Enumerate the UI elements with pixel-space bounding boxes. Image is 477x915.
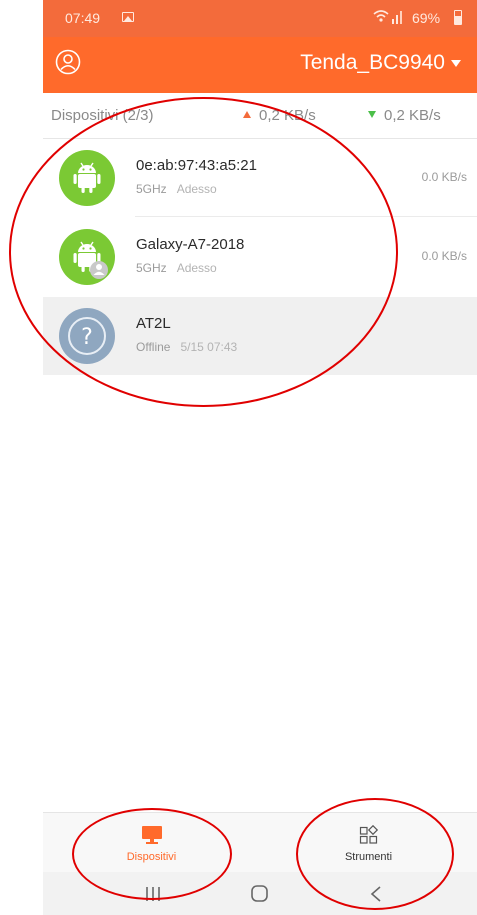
tools-grid-icon: [359, 824, 379, 850]
unknown-device-icon: ?: [59, 308, 115, 364]
device-row[interactable]: ? AT2L Offline 5/15 07:43: [43, 297, 477, 375]
device-meta: 5GHz Adesso: [136, 261, 217, 275]
wifi-signal-icon: [373, 9, 403, 28]
system-nav-bar: [43, 872, 477, 915]
status-time: 07:49: [65, 10, 101, 26]
bottom-tab-bar: Dispositivi Strumenti: [43, 812, 477, 872]
upload-speed: 0,2 KB/s: [243, 107, 316, 124]
device-meta: Offline 5/15 07:43: [136, 340, 238, 354]
phone-screen: 07:49 69% Tenda_BC9940 Dispositivi (2/3)…: [43, 0, 477, 915]
svg-text:?: ?: [81, 325, 93, 350]
user-profile-icon[interactable]: [55, 49, 81, 75]
row-divider: [135, 216, 477, 217]
network-selector[interactable]: Tenda_BC9940: [300, 51, 461, 75]
device-name: AT2L: [136, 315, 171, 332]
tab-label: Dispositivi: [126, 851, 177, 863]
device-meta: 5GHz Adesso: [136, 182, 217, 196]
app-header: Tenda_BC9940: [43, 37, 477, 93]
android-user-icon: [59, 229, 115, 285]
recent-apps-icon[interactable]: [123, 880, 183, 908]
battery-icon: [454, 10, 462, 25]
monitor-icon: [141, 825, 163, 850]
android-icon: [59, 150, 115, 206]
download-arrow-icon: [368, 111, 376, 118]
network-name: Tenda_BC9940: [300, 51, 445, 74]
device-row[interactable]: 0e:ab:97:43:a5:21 5GHz Adesso 0.0 KB/s: [43, 139, 477, 217]
traffic-summary: Dispositivi (2/3) 0,2 KB/s 0,2 KB/s: [43, 93, 477, 139]
chevron-down-icon: [451, 59, 461, 67]
status-bar: 07:49 69%: [43, 0, 477, 37]
upload-arrow-icon: [243, 111, 251, 118]
tab-strumenti[interactable]: Strumenti: [260, 813, 477, 873]
tab-dispositivi[interactable]: Dispositivi: [43, 813, 260, 873]
gallery-notification-icon: [122, 12, 134, 22]
device-name: 0e:ab:97:43:a5:21: [136, 157, 257, 174]
device-name: Galaxy-A7-2018: [136, 236, 245, 253]
device-speed: 0.0 KB/s: [421, 170, 467, 184]
tab-label: Strumenti: [344, 851, 393, 863]
devices-count: Dispositivi (2/3): [51, 107, 154, 124]
device-speed: 0.0 KB/s: [421, 249, 467, 263]
back-icon[interactable]: [345, 880, 405, 908]
device-row[interactable]: Galaxy-A7-2018 5GHz Adesso 0.0 KB/s: [43, 218, 477, 296]
home-icon[interactable]: [230, 880, 290, 908]
battery-level: 69%: [412, 10, 441, 26]
download-speed: 0,2 KB/s: [368, 107, 441, 124]
